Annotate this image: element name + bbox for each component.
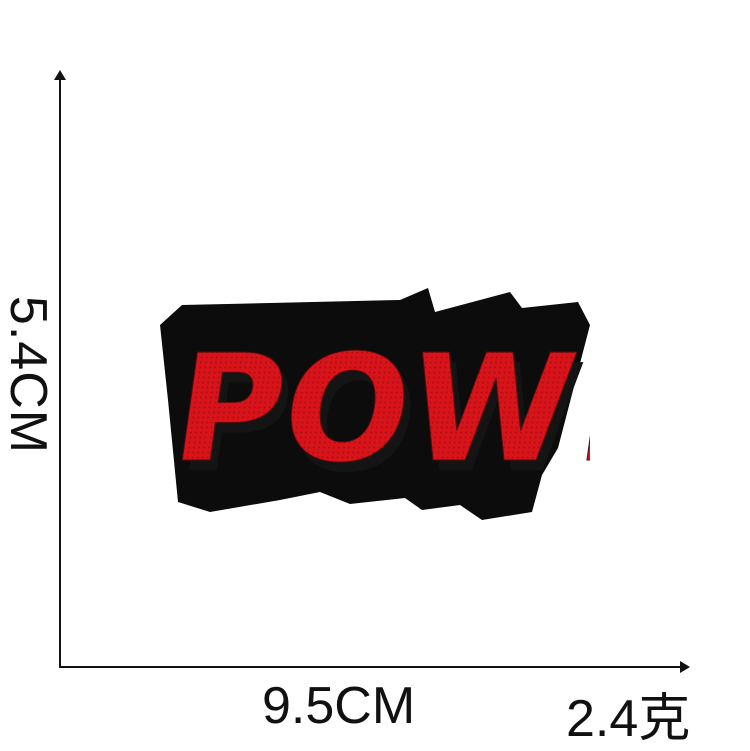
pow-lettering: POW! POW! — [163, 323, 590, 506]
vertical-arrow-head — [54, 70, 66, 80]
width-label: 9.5CM — [262, 677, 416, 735]
vertical-dimension-line — [59, 76, 61, 668]
horizontal-arrow-head — [680, 661, 690, 673]
height-label: 5.4CM — [0, 295, 57, 455]
pow-patch: POW! POW! — [160, 288, 590, 520]
weight-label: 2.4克 — [566, 690, 691, 748]
pow-text: POW! — [164, 324, 590, 496]
horizontal-dimension-line — [59, 666, 681, 668]
